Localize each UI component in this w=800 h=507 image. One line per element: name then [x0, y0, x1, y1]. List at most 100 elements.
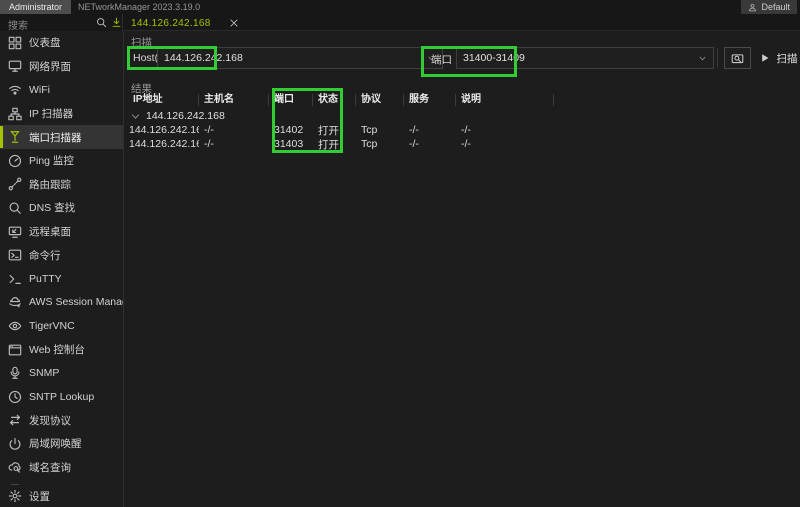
results-table-header: IP地址主机名端口状态协议服务说明: [129, 93, 792, 107]
sidebar-item-aws-session-manager[interactable]: AWS Session Manager: [0, 291, 123, 315]
table-cell: Tcp: [356, 138, 404, 150]
sidebar-item-command-line[interactable]: 命令行: [0, 243, 123, 267]
port-scanner-view: 扫描 Host(s) 144.126.242.168 端口 31400-3140…: [124, 31, 800, 507]
search-icon[interactable]: [96, 17, 107, 28]
host-combobox[interactable]: 144.126.242.168: [157, 47, 443, 69]
profile-search-icon: [731, 52, 744, 65]
column-header[interactable]: 状态: [313, 94, 356, 106]
port-value[interactable]: 31400-31409: [463, 52, 525, 64]
sidebar-item-label: SNTP Lookup: [29, 391, 94, 403]
sidebar-search[interactable]: 搜索: [0, 14, 123, 31]
sidebar-item-remote-desktop[interactable]: 远程桌面: [0, 220, 123, 244]
web-console-icon: [8, 343, 22, 357]
sidebar-item-dashboard[interactable]: 仪表盘: [0, 31, 123, 55]
sidebar-list: 仪表盘 网络界面 WiFi IP 扫描器 端口扫描器 Ping 监控 路由跟踪 …: [0, 31, 123, 503]
sidebar-item-sntp-lookup[interactable]: SNTP Lookup: [0, 385, 123, 409]
sidebar-item-whois[interactable]: 域名查询: [0, 456, 123, 480]
table-cell: -/-: [199, 124, 269, 136]
column-header[interactable]: 端口: [269, 94, 313, 106]
sidebar-item-network-interface[interactable]: 网络界面: [0, 55, 123, 79]
putty-icon: [8, 272, 22, 286]
sidebar-item-dns-lookup[interactable]: DNS 查找: [0, 196, 123, 220]
group-row-label: 144.126.242.168: [146, 110, 225, 122]
host-value[interactable]: 144.126.242.168: [164, 52, 243, 64]
column-header[interactable]: 协议: [356, 94, 404, 106]
remote-desktop-icon: [8, 225, 22, 239]
sidebar-item-label: IP 扫描器: [29, 106, 73, 121]
results-group-row[interactable]: 144.126.242.168: [129, 109, 792, 123]
app-title: NETworkManager 2023.3.19.0: [78, 2, 200, 12]
expander-chevron-icon[interactable]: [131, 112, 140, 121]
network-interface-icon: [8, 59, 22, 73]
sidebar-item-label: 网络界面: [29, 59, 71, 74]
table-cell: 打开: [313, 123, 356, 138]
table-cell: 31402: [269, 124, 313, 136]
dns-lookup-icon: [8, 201, 22, 215]
sidebar-item-discovery-protocol[interactable]: 发现协议: [0, 409, 123, 433]
snmp-icon: [8, 366, 22, 380]
scan-button[interactable]: 扫描: [757, 47, 800, 69]
table-cell: 144.126.242.168: [129, 124, 199, 136]
profile-button[interactable]: Default: [741, 0, 797, 14]
dashboard-icon: [8, 36, 22, 50]
sidebar-item-tigervnc[interactable]: TigerVNC: [0, 314, 123, 338]
sidebar-item-wifi[interactable]: WiFi: [0, 78, 123, 102]
aws-icon: [8, 295, 22, 309]
whois-icon: [8, 460, 22, 474]
sidebar-item-label: AWS Session Manager: [29, 296, 124, 308]
sidebar-item-traceroute[interactable]: 路由跟踪: [0, 173, 123, 197]
detect-profile-button[interactable]: [724, 47, 751, 69]
sidebar-item-putty[interactable]: PuTTY: [0, 267, 123, 291]
collapse-sidebar-icon[interactable]: [111, 17, 122, 28]
tab-label[interactable]: 144.126.242.168: [131, 18, 211, 29]
results-table-body: 144.126.242.168-/-31402打开Tcp-/--/-144.12…: [129, 123, 792, 151]
table-cell: -/-: [456, 124, 554, 136]
sidebar-item-ip-scanner[interactable]: IP 扫描器: [0, 102, 123, 126]
sidebar-item-label: Web 控制台: [29, 342, 85, 357]
table-row[interactable]: 144.126.242.168-/-31403打开Tcp-/--/-: [129, 137, 792, 151]
discovery-protocol-icon: [8, 413, 22, 427]
sntp-lookup-icon: [8, 390, 22, 404]
sidebar-item-label: TigerVNC: [29, 320, 75, 332]
sidebar-item-snmp[interactable]: SNMP: [0, 361, 123, 385]
person-icon: [748, 3, 757, 12]
sidebar: 仪表盘 网络界面 WiFi IP 扫描器 端口扫描器 Ping 监控 路由跟踪 …: [0, 31, 124, 507]
tab-port-scan[interactable]: 144.126.242.168: [131, 16, 239, 30]
sidebar-item-label: 仪表盘: [29, 35, 61, 50]
tab-strip: 搜索 144.126.242.168: [0, 14, 800, 31]
sidebar-item-wake-on-lan[interactable]: 局域网唤醒: [0, 432, 123, 456]
column-header[interactable]: 服务: [404, 94, 456, 106]
column-header[interactable]: 说明: [456, 94, 554, 106]
administrator-badge: Administrator: [0, 0, 71, 14]
sidebar-item-port-scanner[interactable]: 端口扫描器: [0, 125, 123, 149]
chevron-down-icon[interactable]: [698, 54, 707, 63]
sidebar-item-ping-monitor[interactable]: Ping 监控: [0, 149, 123, 173]
scan-button-label: 扫描: [777, 51, 798, 66]
tigervnc-icon: [8, 319, 22, 333]
column-header[interactable]: 主机名: [199, 94, 269, 106]
table-cell: -/-: [199, 138, 269, 150]
sidebar-item-label: 设置: [29, 489, 50, 504]
column-header[interactable]: IP地址: [129, 94, 199, 106]
toolbar-separator: [717, 48, 718, 68]
wake-on-lan-icon: [8, 437, 22, 451]
close-icon[interactable]: [229, 18, 239, 28]
sidebar-item-web-console[interactable]: Web 控制台: [0, 338, 123, 362]
sidebar-item-settings[interactable]: 设置: [0, 485, 123, 507]
sidebar-item-label: 命令行: [29, 248, 61, 263]
titlebar: Administrator NETworkManager 2023.3.19.0…: [0, 0, 800, 14]
search-input[interactable]: 搜索: [8, 17, 28, 32]
sidebar-item-label: SNMP: [29, 367, 59, 379]
sidebar-item-label: DNS 查找: [29, 200, 75, 215]
table-cell: -/-: [456, 138, 554, 150]
table-cell: Tcp: [356, 124, 404, 136]
table-cell: 144.126.242.168: [129, 138, 199, 150]
command-line-icon: [8, 248, 22, 262]
scan-section-title: 扫描: [131, 35, 152, 50]
table-row[interactable]: 144.126.242.168-/-31402打开Tcp-/--/-: [129, 123, 792, 137]
sidebar-item-label: 端口扫描器: [29, 130, 82, 145]
port-combobox[interactable]: 31400-31409: [456, 47, 714, 69]
sidebar-item-label: 发现协议: [29, 413, 71, 428]
ping-monitor-icon: [8, 154, 22, 168]
play-icon: [760, 53, 770, 63]
